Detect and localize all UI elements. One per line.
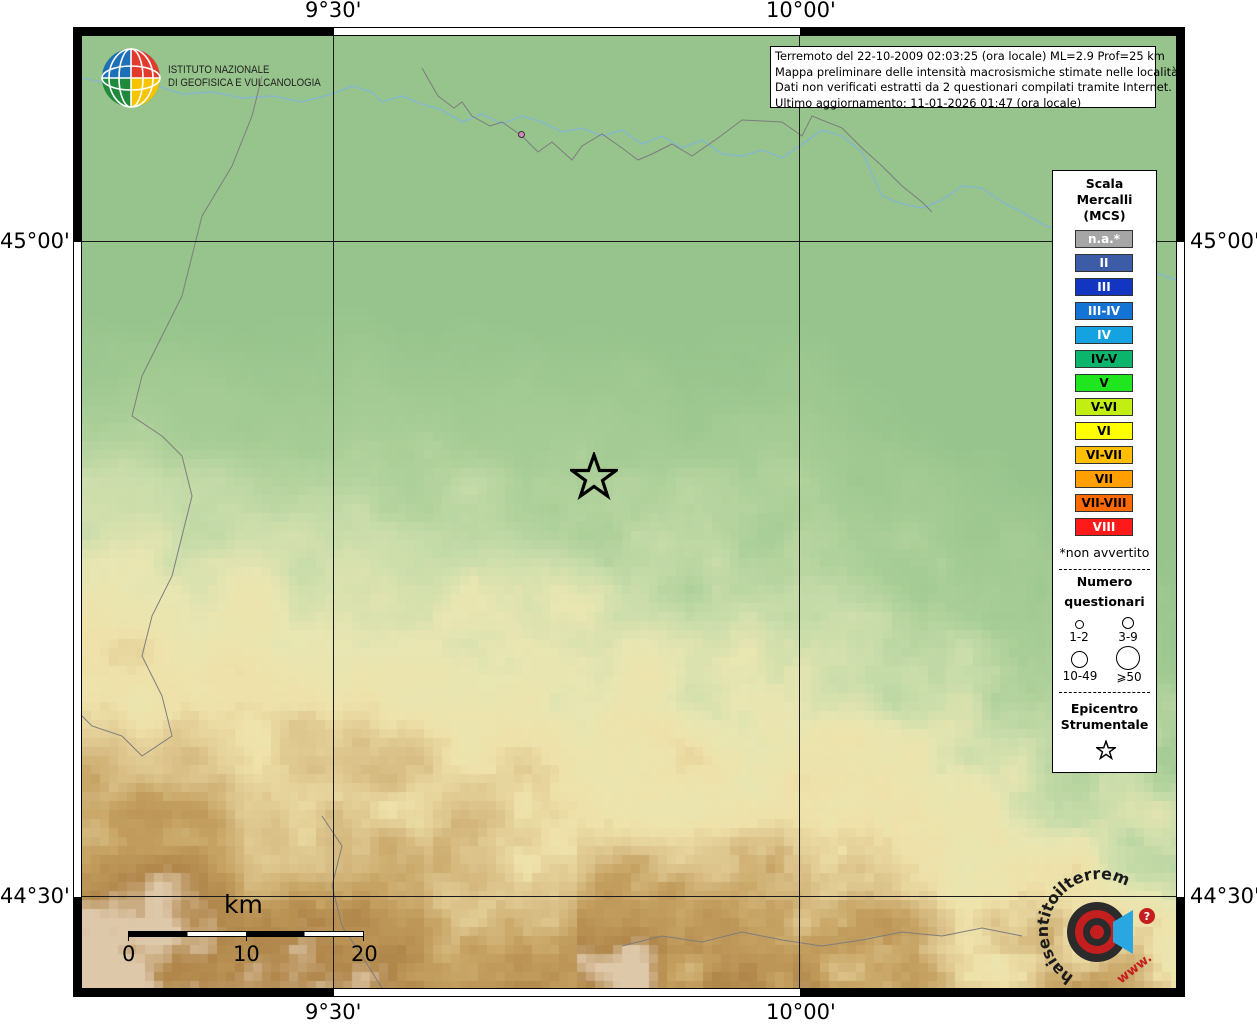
ingv-name: ISTITUTO NAZIONALE DI GEOFISICA E VULCAN… (168, 64, 321, 90)
frame-left-bottom (73, 897, 82, 997)
questionari-title-line2: questionari (1064, 594, 1145, 609)
legend-separator-1 (1059, 569, 1150, 570)
legend-star-icon (1096, 740, 1116, 760)
frame-top-right (800, 27, 1185, 36)
map-overlay-lines (82, 67, 1176, 988)
frame-bottom-mid (334, 988, 800, 997)
legend-swatch-vi: VI (1075, 422, 1133, 440)
legend-swatch-vii: VII (1075, 470, 1133, 488)
gridline-lat-4500 (82, 241, 1176, 242)
questionari-circle-50 (1116, 646, 1140, 670)
lon-label-bottom-left: 9°30' (305, 1000, 362, 1024)
southeast-border (621, 927, 1023, 947)
legend-title-line2: Mercalli (1076, 192, 1133, 207)
scale-tick-mark-0 (128, 931, 129, 941)
event-info-line3: Dati non verificati estratti da 2 questi… (775, 80, 1172, 94)
frame-right-bottom (1176, 897, 1185, 997)
questionari-label-1-2: 1-2 (1069, 630, 1089, 644)
ingv-name-line2: DI GEOFISICA E VULCANOLOGIA (168, 77, 321, 89)
questionari-circle-10-49 (1071, 651, 1088, 668)
svg-text:?: ? (1144, 910, 1150, 923)
lat-label-lower-right: 44°30' (1190, 884, 1257, 908)
legend-swatch-vii-viii: VII-VIII (1075, 494, 1133, 512)
lon-label-bottom-right: 10°00' (766, 1000, 836, 1024)
frame-left-mid (73, 242, 82, 897)
terrain-map (82, 36, 1176, 988)
legend-swatch-iv: IV (1075, 326, 1133, 344)
frame-right-top (1176, 27, 1185, 242)
legend-swatch-vi-vii: VI-VII (1075, 446, 1133, 464)
scale-tick-20: 20 (351, 942, 378, 966)
legend-title-line3: (MCS) (1083, 208, 1126, 223)
event-info-line4: Ultimo aggiornamento: 11-01-2026 01:47 (… (775, 95, 1082, 110)
lat-label-upper-right: 45°00' (1190, 229, 1257, 253)
locality-marker[interactable] (518, 131, 525, 138)
legend-swatch-v-vi: V-VI (1075, 398, 1133, 416)
mcs-legend: Scala Mercalli (MCS) n.a.* II III III-IV IV I… (1052, 170, 1157, 773)
legend-swatch-iii-iv: III-IV (1075, 302, 1133, 320)
questionari-label-10-49: 10-49 (1062, 669, 1098, 683)
ingv-globe-logo (101, 48, 161, 108)
legend-swatch-iv-v: IV-V (1075, 350, 1133, 368)
legend-swatch-iii: III (1075, 278, 1133, 296)
ingv-name-line1: ISTITUTO NAZIONALE (168, 64, 270, 76)
legend-title-line1: Scala (1085, 176, 1124, 191)
gridline-lon-1000 (799, 36, 800, 988)
gridline-lon-930 (333, 36, 334, 988)
lat-label-lower-left: 44°30' (0, 884, 70, 908)
frame-top-mid (334, 27, 800, 36)
scale-tick-10: 10 (233, 942, 260, 966)
epicenter-star-icon[interactable] (570, 452, 618, 500)
event-info-box: Terremoto del 22-10-2009 02:03:25 (ora l… (770, 46, 1179, 110)
scale-unit: km (224, 890, 263, 919)
haisentito-logo[interactable]: ? haisentitoilterremoto.it www. (1035, 866, 1165, 996)
frame-left-top (73, 27, 82, 242)
scale-tick-mark-10 (246, 931, 247, 941)
epicentro-title-line1: Epicentro (1070, 701, 1139, 716)
frame-top-left (73, 27, 334, 36)
haisentito-www: www. (1114, 951, 1155, 988)
legend-swatch-viii: VIII (1075, 518, 1133, 536)
questionari-title-line1: Numero (1076, 574, 1133, 589)
frame-right-mid (1176, 242, 1185, 897)
questionari-circle-1-2 (1075, 620, 1084, 629)
questionari-label-3-9: 3-9 (1118, 630, 1138, 644)
event-info-line2: Mappa preliminare delle intensità macros… (775, 64, 1179, 79)
scale-tick-mark-20 (363, 931, 364, 941)
scale-tick-0: 0 (122, 942, 136, 966)
questionari-label-50: ⩾50 (1116, 670, 1142, 684)
questionari-circle-3-9 (1122, 617, 1134, 629)
frame-bottom-left (73, 988, 334, 997)
epicentro-title-line2: Strumentale (1060, 717, 1149, 732)
lon-label-top-right: 10°00' (766, 0, 836, 22)
event-info-line1: Terremoto del 22-10-2009 02:03:25 (ora l… (775, 49, 1165, 63)
lat-label-upper-left: 45°00' (0, 229, 70, 253)
legend-note: *non avvertito (1059, 545, 1150, 560)
scale-bar: km 0 10 20 (122, 890, 386, 980)
legend-swatch-ii: II (1075, 254, 1133, 272)
west-border (82, 75, 263, 757)
legend-swatch-n-a: n.a.* (1075, 230, 1133, 248)
legend-separator-2 (1059, 692, 1150, 693)
lon-label-top-left: 9°30' (305, 0, 362, 22)
legend-swatch-v: V (1075, 374, 1133, 392)
